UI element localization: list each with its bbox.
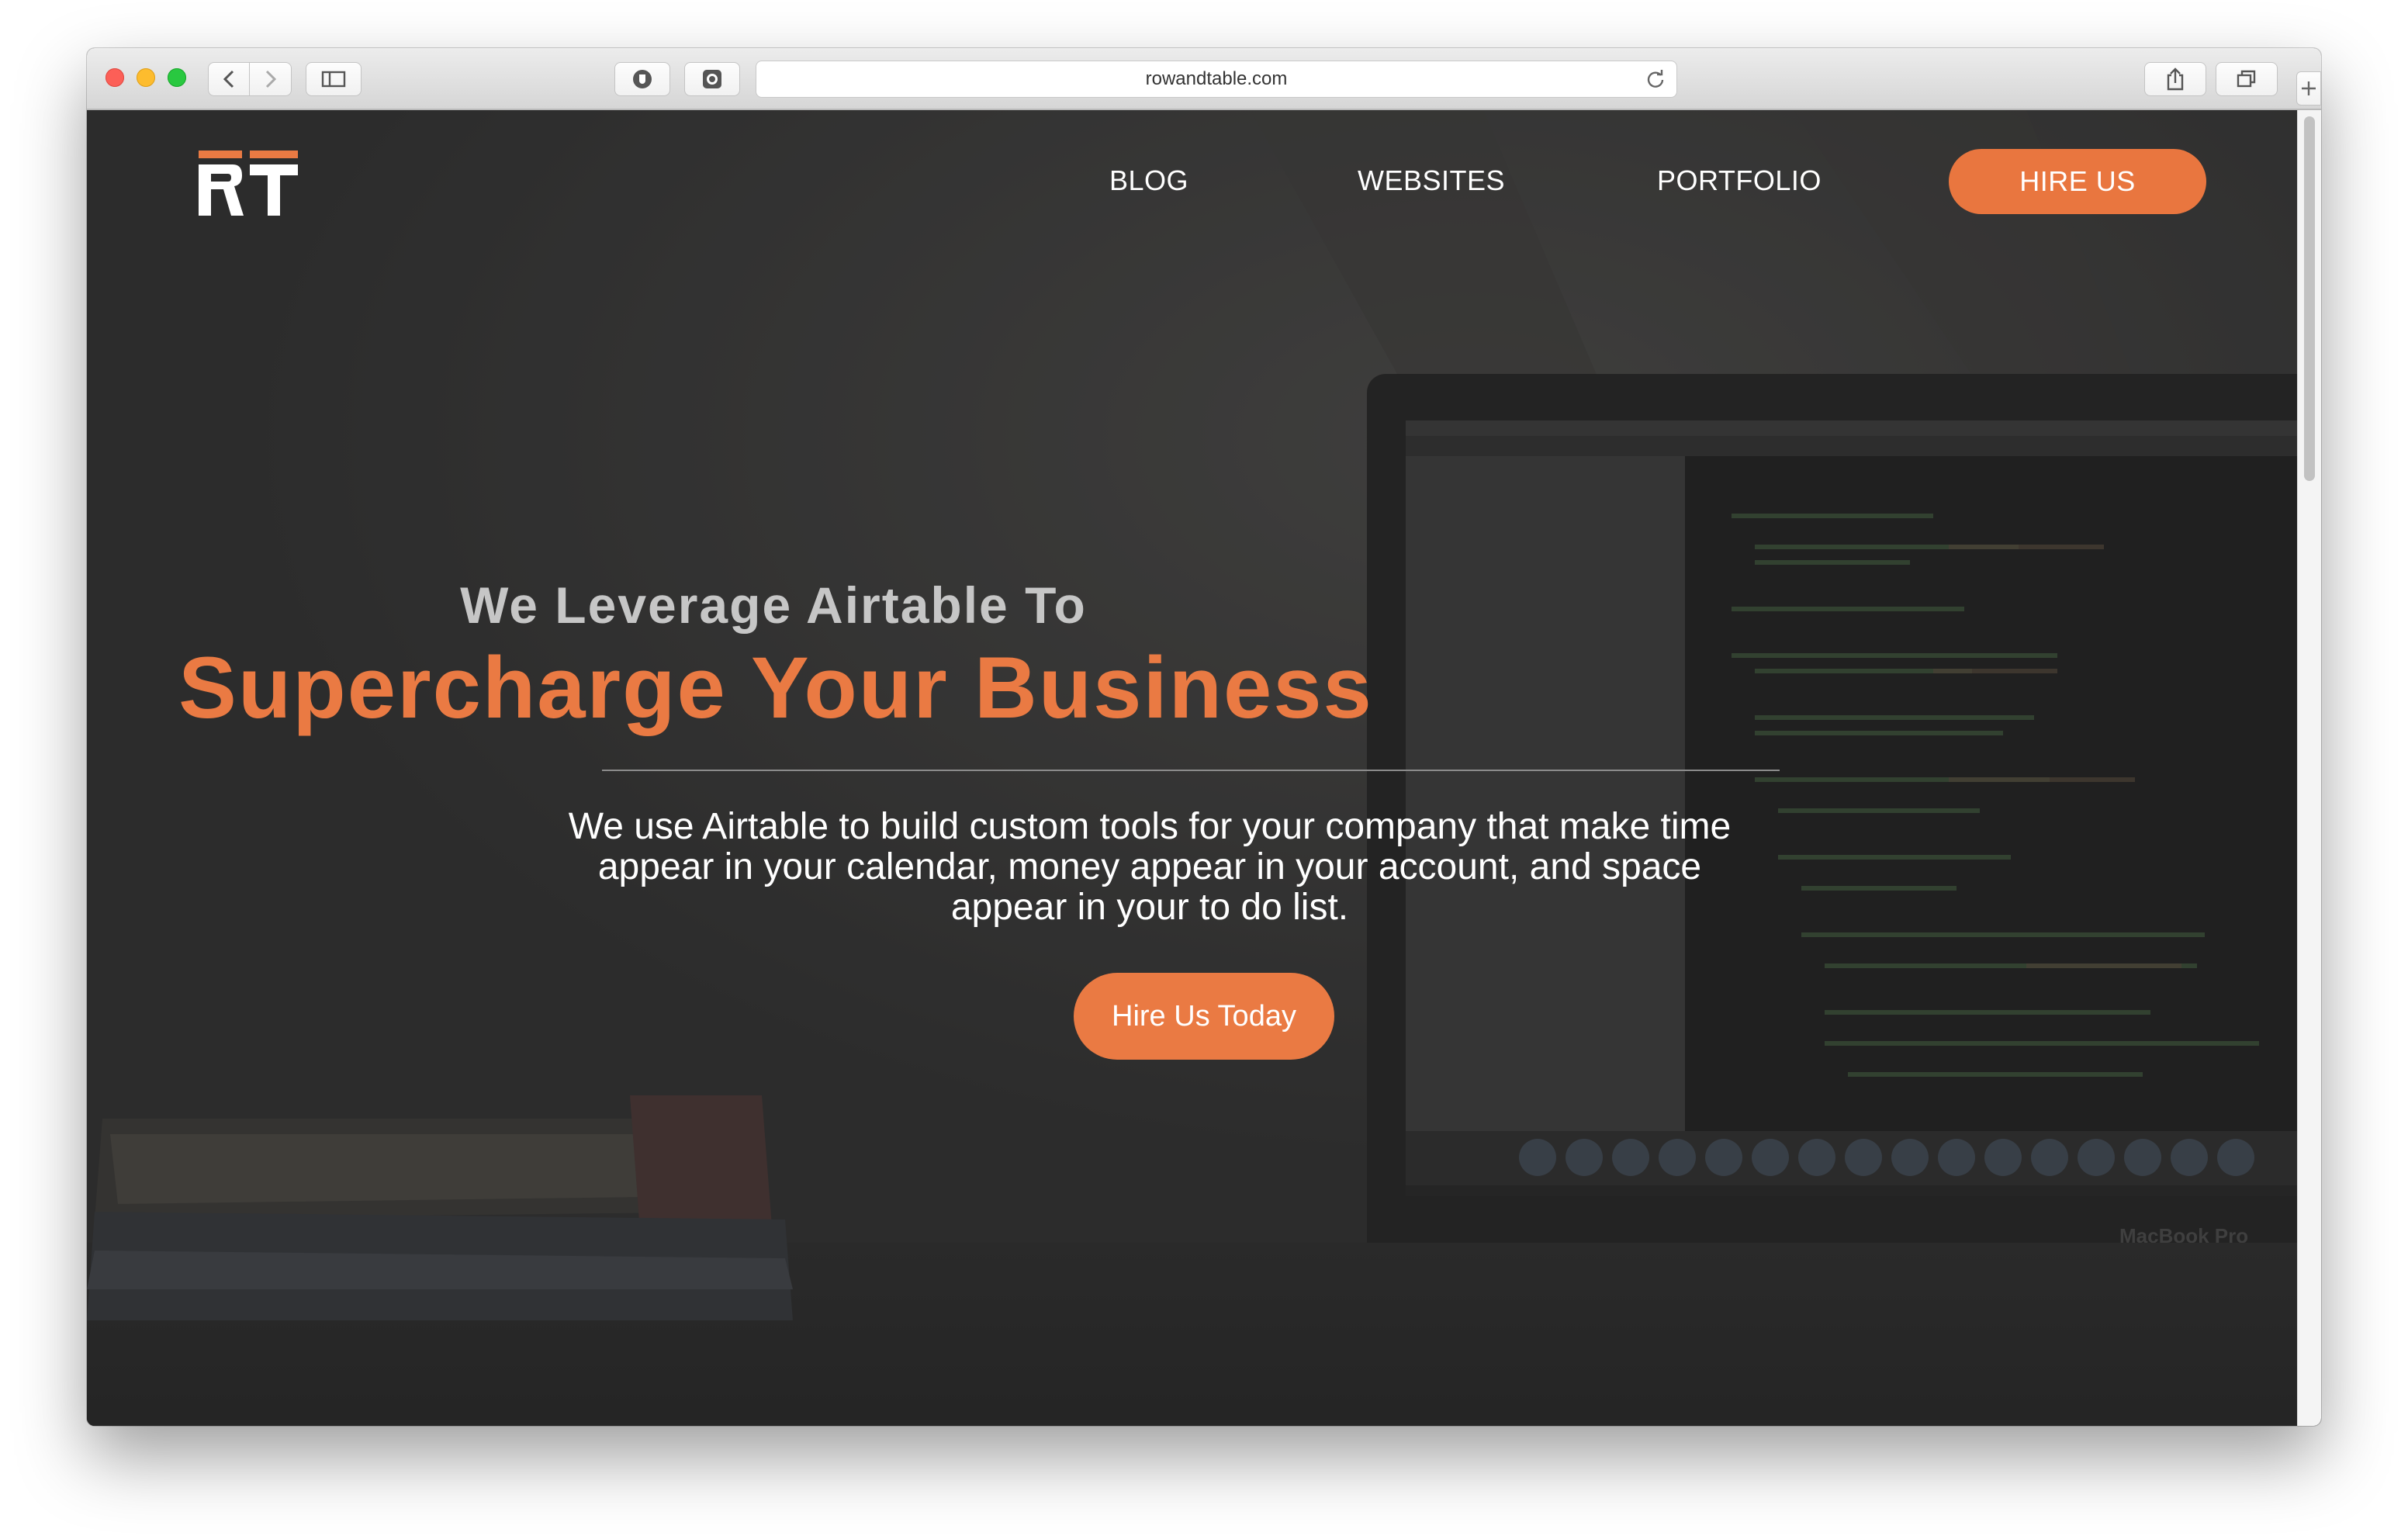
shield-extension-icon	[633, 70, 652, 88]
browser-toolbar: rowandtable.com	[87, 48, 2321, 110]
share-icon	[2167, 67, 2184, 91]
url-text: rowandtable.com	[1145, 68, 1288, 89]
web-page: MacBook Pro BLOG WEBSITES PORTFOLIO HIRE	[87, 110, 2321, 1426]
forward-button[interactable]	[250, 62, 292, 96]
extension-button[interactable]	[614, 62, 670, 96]
hero-headline: Supercharge Your Business	[178, 639, 1373, 736]
show-tabs-button[interactable]	[2216, 62, 2278, 96]
nav-blog-link[interactable]: BLOG	[1109, 164, 1188, 197]
chevron-right-icon	[265, 70, 276, 88]
hero-divider	[602, 770, 1780, 771]
sidebar-toggle-button[interactable]	[306, 62, 362, 96]
close-window-button[interactable]	[106, 68, 124, 87]
address-bar[interactable]: rowandtable.com	[756, 61, 1677, 98]
chevron-left-icon	[223, 70, 234, 88]
hero-description: We use Airtable to build custom tools fo…	[568, 806, 1732, 928]
site-logo[interactable]	[199, 150, 298, 216]
new-tab-button[interactable]	[2296, 71, 2321, 106]
reload-icon[interactable]	[1645, 69, 1666, 95]
share-button[interactable]	[2144, 62, 2206, 96]
hire-us-today-button[interactable]: Hire Us Today	[1074, 973, 1334, 1060]
minimize-window-button[interactable]	[137, 68, 155, 87]
tabs-icon	[2237, 70, 2256, 88]
nav-portfolio-link[interactable]: PORTFOLIO	[1657, 164, 1822, 197]
back-button[interactable]	[208, 62, 250, 96]
sidebar-icon	[321, 71, 346, 88]
hero-background-image: MacBook Pro	[87, 110, 2321, 1426]
nav-websites-link[interactable]: WEBSITES	[1358, 164, 1505, 197]
extension-button-2[interactable]	[684, 62, 740, 96]
scrollbar[interactable]	[2297, 110, 2321, 1426]
hero-kicker: We Leverage Airtable To	[460, 576, 1087, 634]
hire-us-button[interactable]: HIRE US	[1949, 149, 2206, 214]
browser-window: rowandtable.com MacBook Pro BLOG WEBSITE…	[87, 48, 2321, 1426]
zoom-window-button[interactable]	[168, 68, 186, 87]
camera-extension-icon	[703, 70, 721, 88]
plus-icon	[2302, 81, 2316, 95]
scrollbar-thumb[interactable]	[2304, 116, 2315, 481]
